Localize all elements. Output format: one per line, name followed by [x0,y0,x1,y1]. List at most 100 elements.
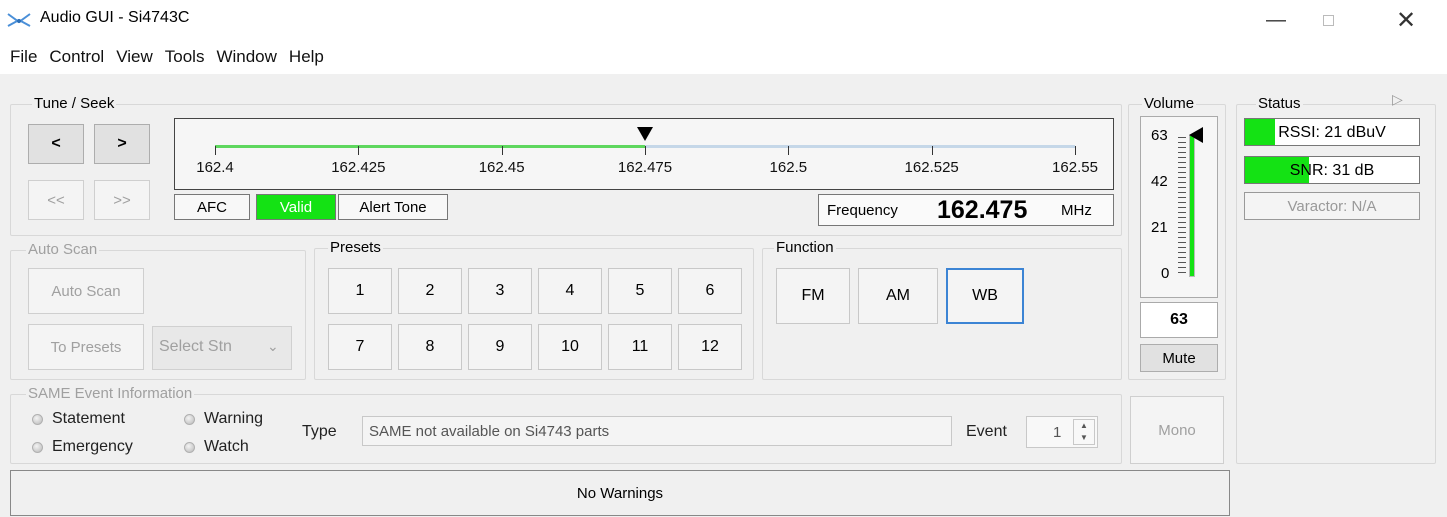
tune-up-button[interactable]: > [94,124,150,164]
menu-tools[interactable]: Tools [159,47,211,67]
antenna-icon [7,13,31,27]
preset-1-button[interactable]: 1 [328,268,392,314]
tune-seek-label: Tune / Seek [32,95,117,112]
mute-button[interactable]: Mute [1140,344,1218,372]
same-event-label: SAME Event Information [26,385,195,402]
event-value: 1 [1053,424,1062,441]
menu-view[interactable]: View [110,47,159,67]
emergency-label: Emergency [52,438,133,455]
rssi-text: RSSI: 21 dBuV [1278,124,1386,141]
volume-value: 63 [1140,302,1218,338]
preset-10-button[interactable]: 10 [538,324,602,370]
stepper-arrows-icon[interactable]: ▲ ▼ [1073,419,1095,445]
preset-4-button[interactable]: 4 [538,268,602,314]
rssi-meter: RSSI: 21 dBuV [1244,118,1420,146]
scale-tick [645,146,646,155]
maximize-button[interactable] [1304,0,1352,40]
scale-tick [501,146,503,155]
minimize-button[interactable]: — [1252,0,1300,40]
volume-track [1189,135,1195,277]
type-field[interactable]: SAME not available on Si4743 parts [362,416,952,446]
watch-indicator-icon [184,442,195,453]
alert-tone-indicator: Alert Tone [338,194,448,220]
watch-label: Watch [204,438,249,455]
preset-6-button[interactable]: 6 [678,268,742,314]
snr-text: SNR: 31 dB [1289,162,1375,179]
volume-thumb[interactable] [1189,127,1203,143]
select-station-dropdown[interactable]: Select Stn ⌄ [152,326,292,370]
auto-scan-label: Auto Scan [26,241,100,258]
preset-5-button[interactable]: 5 [608,268,672,314]
scale-tick [215,146,216,155]
statement-indicator-icon [32,414,43,425]
scale-tick-label: 162.4 [196,159,234,176]
menu-help[interactable]: Help [283,47,330,67]
frequency-unit: MHz [1061,202,1092,219]
scale-tick-label: 162.45 [478,159,525,176]
preset-11-button[interactable]: 11 [608,324,672,370]
volume-slider[interactable]: 63 42 21 0 [1140,116,1218,298]
window-title: Audio GUI - Si4743C [40,9,190,26]
tune-down-button[interactable]: < [28,124,84,164]
frequency-label: Frequency [827,202,898,219]
chevron-down-icon: ⌄ [267,338,279,354]
play-icon[interactable]: ▷ [1392,91,1403,108]
preset-2-button[interactable]: 2 [398,268,462,314]
volume-track-filled [1190,136,1194,276]
statement-label: Statement [52,410,125,427]
frequency-display: Frequency 162.475 MHz [818,194,1114,226]
menu-window[interactable]: Window [210,47,282,67]
volume-scale-label-21: 21 [1151,219,1168,236]
preset-7-button[interactable]: 7 [328,324,392,370]
am-button[interactable]: AM [858,268,938,324]
status-label: Status [1256,95,1303,112]
frequency-value: 162.475 [937,196,1028,224]
scale-tick-label: 162.425 [331,159,386,176]
afc-indicator: AFC [174,194,250,220]
preset-8-button[interactable]: 8 [398,324,462,370]
type-label: Type [302,423,337,440]
scale-tick [931,146,933,155]
close-button[interactable]: ✕ [1382,0,1430,40]
to-presets-button[interactable]: To Presets [28,324,144,370]
scale-tick [788,146,790,155]
menu-bar: File Control View Tools Window Help [0,40,1447,74]
scale-tick [358,146,360,155]
preset-12-button[interactable]: 12 [678,324,742,370]
snr-meter: SNR: 31 dB [1244,156,1420,184]
event-stepper[interactable]: 1 ▲ ▼ [1026,416,1098,448]
seek-down-button[interactable]: << [28,180,84,220]
maximize-icon [1322,14,1334,26]
scale-ticks: 162.4 162.425 162.45 162.475 162.5 162.5… [196,119,1098,189]
volume-label: Volume [1142,95,1197,112]
seek-up-button[interactable]: >> [94,180,150,220]
select-station-value: Select Stn [159,338,232,355]
varactor-display: Varactor: N/A [1244,192,1420,220]
menu-file[interactable]: File [4,47,43,67]
type-value: SAME not available on Si4743 parts [369,423,610,440]
frequency-scale[interactable]: 162.4 162.425 162.45 162.475 162.5 162.5… [174,118,1114,190]
auto-scan-button[interactable]: Auto Scan [28,268,144,314]
volume-scale-label-42: 42 [1151,173,1168,190]
fm-button[interactable]: FM [776,268,850,324]
volume-scale-label-63: 63 [1151,127,1168,144]
function-label: Function [774,239,836,256]
volume-scale-ticks [1178,137,1186,275]
volume-scale-label-0: 0 [1161,265,1170,282]
valid-indicator: Valid [256,194,336,220]
preset-9-button[interactable]: 9 [468,324,532,370]
mono-button[interactable]: Mono [1130,396,1224,464]
warning-label: Warning [204,410,263,427]
wb-button[interactable]: WB [946,268,1024,324]
scale-tick-label: 162.525 [904,159,959,176]
scale-tick-label: 162.5 [769,159,808,176]
menu-control[interactable]: Control [43,47,110,67]
preset-3-button[interactable]: 3 [468,268,532,314]
warnings-status-bar: No Warnings [10,470,1230,516]
presets-label: Presets [328,239,383,256]
minimize-icon: — [1266,8,1286,31]
title-bar: Audio GUI - Si4743C — ✕ [0,0,1447,40]
scale-tick-label: 162.55 [1052,159,1098,176]
scale-tick-label: 162.475 [617,159,673,176]
event-label: Event [966,423,1007,440]
